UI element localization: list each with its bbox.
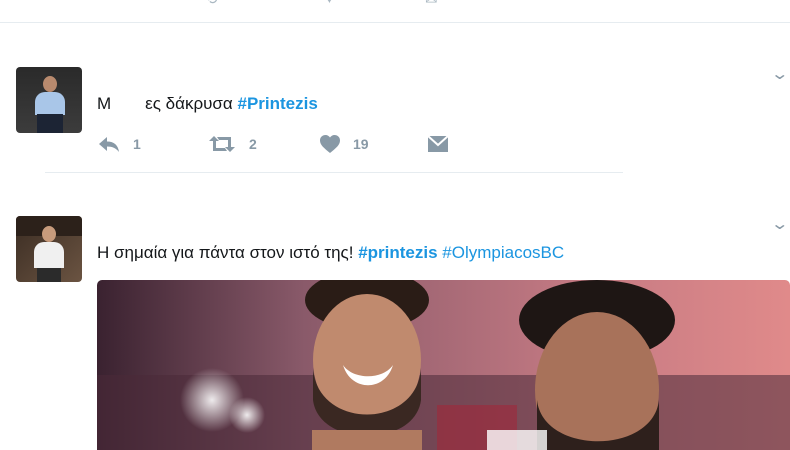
tweet-text: Η σημαία για πάντα στον ιστό της! #print…	[97, 243, 565, 262]
user-avatar[interactable]	[16, 216, 82, 282]
basketball-players-celebrating-photo	[97, 280, 790, 450]
chevron-down-icon[interactable]: ⌄	[770, 214, 789, 234]
tweet-2[interactable]: ⌄ Η σημαία για πάντα στον ιστό της! #pri…	[0, 0, 790, 450]
hashtag-link[interactable]: #printezis	[358, 243, 437, 262]
tweet-photo[interactable]	[97, 280, 790, 450]
hashtag-link[interactable]: #OlympiacosBC	[442, 243, 564, 262]
